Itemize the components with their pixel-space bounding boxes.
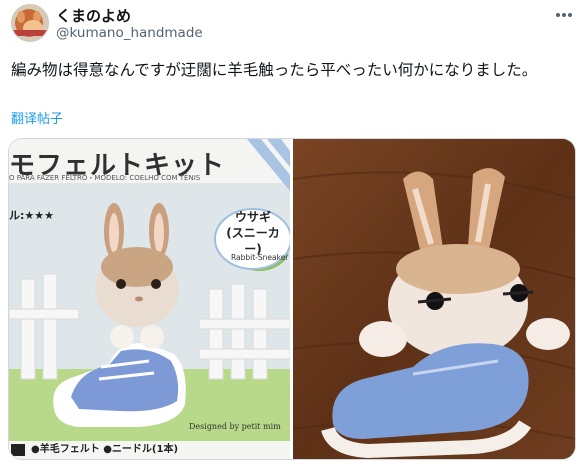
more-options-button[interactable] (552, 5, 576, 23)
package-subtitle: O PARA FAZER FELTRO・MODELO: COELHO COM T… (9, 174, 201, 182)
photo-felted-rabbit[interactable] (293, 139, 575, 459)
more-horizontal-icon (556, 13, 560, 17)
kit-package-illustration (9, 139, 290, 459)
package-contents: ●羊毛フェルト ●ニードル(1本) (9, 441, 290, 459)
user-handle[interactable]: @kumano_handmade (56, 25, 203, 41)
display-name[interactable]: くまのよめ (56, 5, 131, 26)
package-product-name-jp: ウサギ (スニーカー) (226, 210, 280, 256)
package-difficulty: ル:★★★ (9, 209, 54, 222)
avatar[interactable] (11, 4, 49, 42)
package-product-name-en: Rabbit-Sneaker (231, 253, 289, 262)
media-gallery: モフェルトキット O PARA FAZER FELTRO・MODELO: COE… (8, 138, 576, 460)
tweet-text: 編み物は得意なんですが迂闊に羊毛触ったら平べったい何かになりました。 (11, 61, 538, 79)
felted-rabbit-illustration (293, 139, 575, 459)
photo-kit-package[interactable]: モフェルトキット O PARA FAZER FELTRO・MODELO: COE… (9, 139, 290, 459)
translate-post-link[interactable]: 翻译帖子 (11, 108, 63, 127)
package-designer: Designed by petit mim (189, 422, 281, 431)
